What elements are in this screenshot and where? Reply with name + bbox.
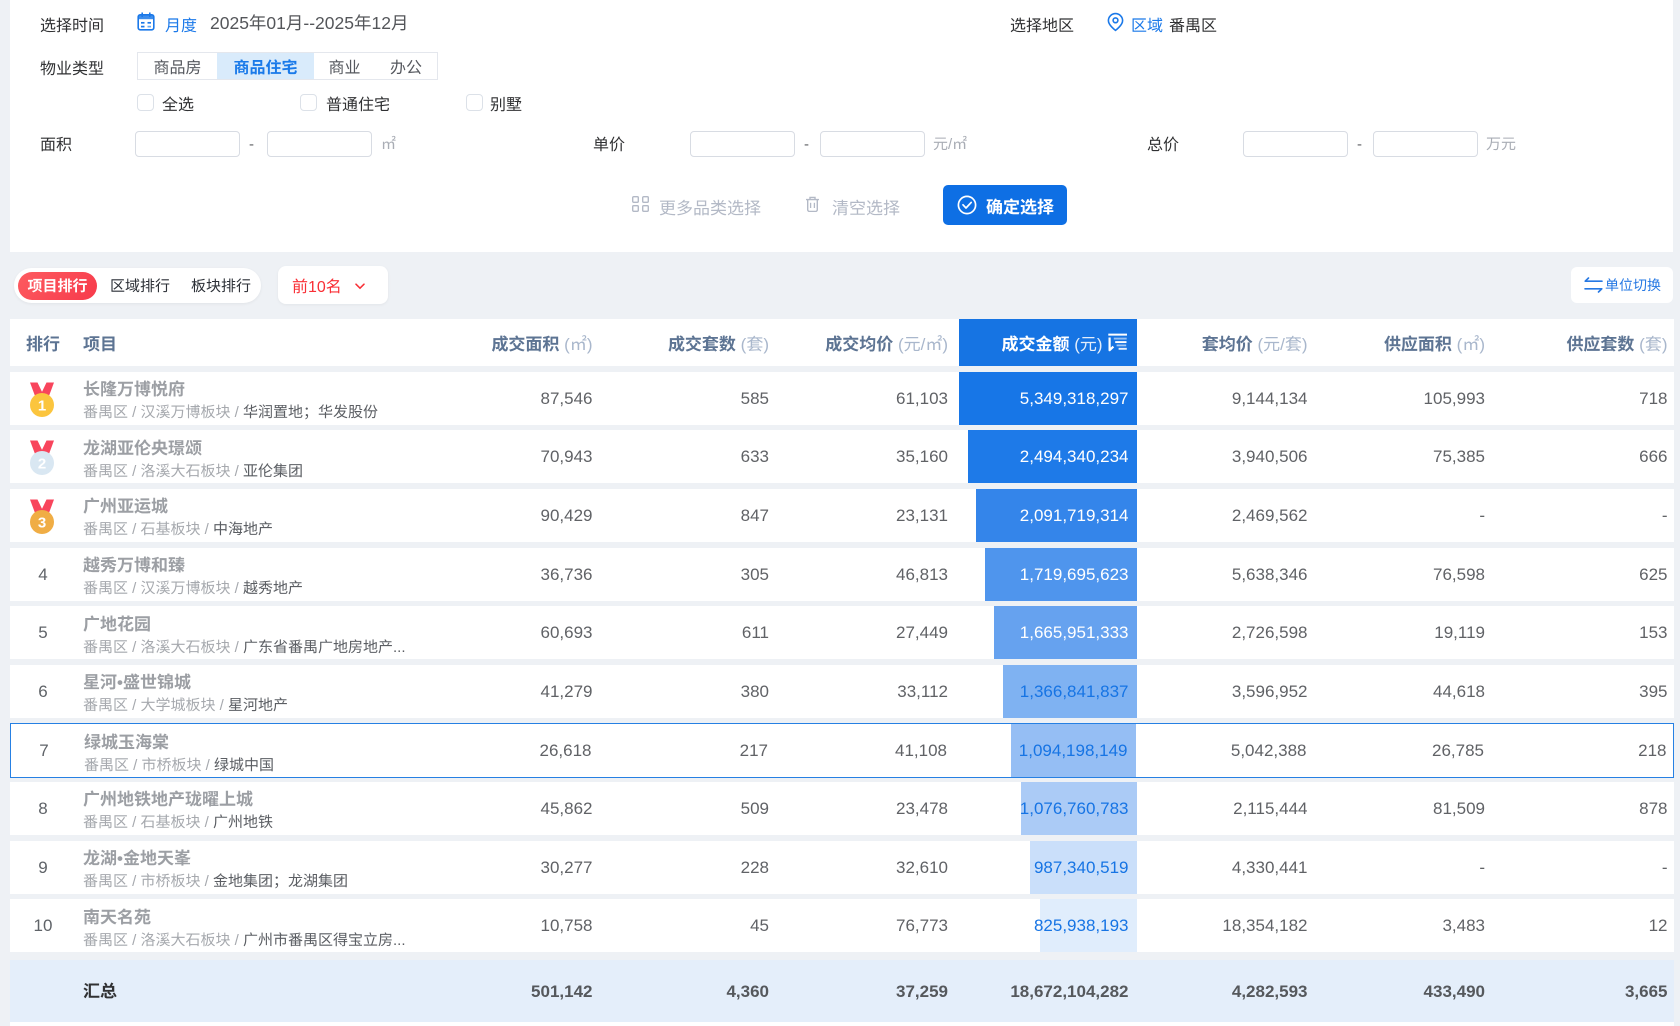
svg-text:2: 2 bbox=[38, 456, 46, 473]
svg-text:1: 1 bbox=[38, 397, 46, 414]
svg-text:3: 3 bbox=[38, 514, 46, 531]
